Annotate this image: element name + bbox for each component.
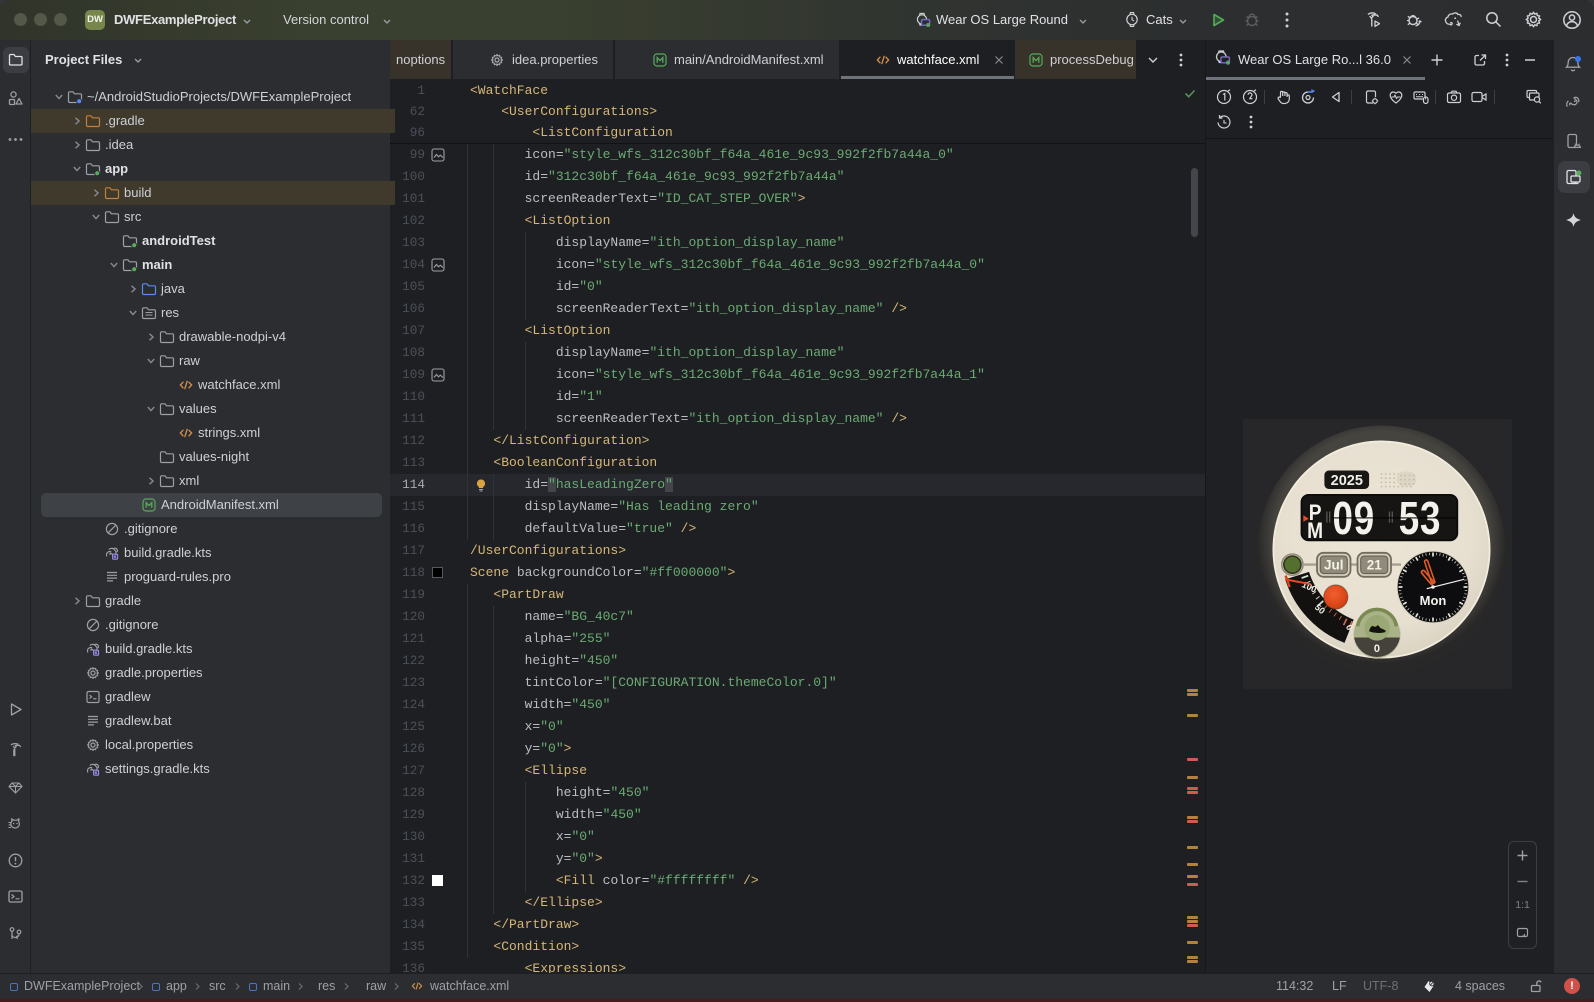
svg-text:2025: 2025 (1330, 473, 1362, 489)
svg-text:Jul: Jul (1324, 557, 1344, 572)
svg-text:21: 21 (1366, 557, 1382, 572)
svg-text:Mon: Mon (1419, 593, 1446, 608)
svg-text:0: 0 (1373, 642, 1379, 654)
svg-text:M: M (1307, 518, 1323, 543)
